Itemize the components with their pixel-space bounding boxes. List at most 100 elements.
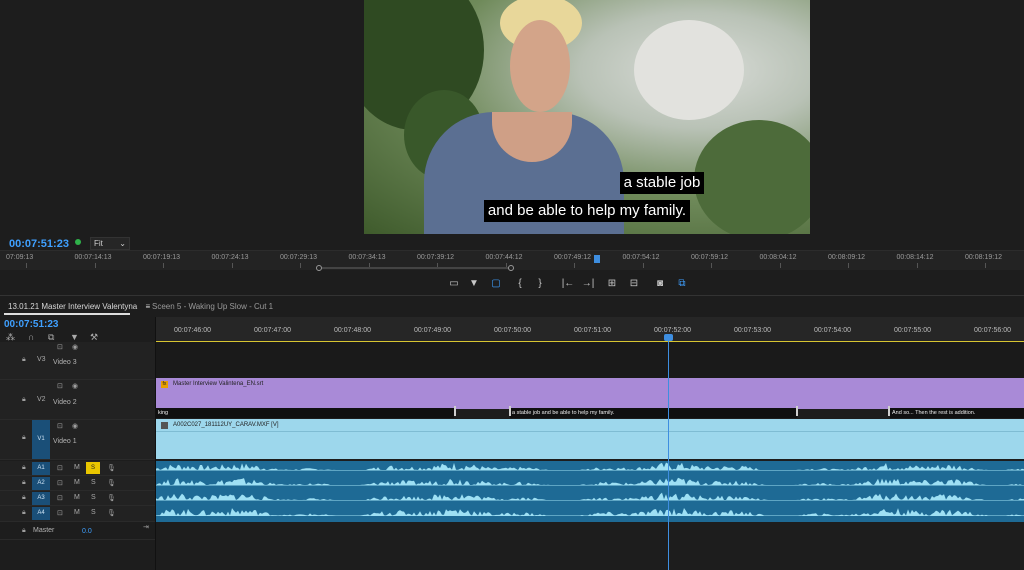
lane-master[interactable] — [156, 522, 1024, 570]
caption-block[interactable]: king — [156, 408, 454, 418]
ruler-tick — [985, 263, 986, 268]
source-patch-a4[interactable]: A4 — [32, 507, 50, 520]
caption-block[interactable]: a stable job and be able to help my fami… — [510, 408, 797, 418]
safe-margins-icon[interactable]: ▭ — [446, 277, 462, 291]
eye-icon[interactable]: ◉ — [72, 343, 78, 351]
caption-edge-handle[interactable] — [888, 406, 890, 416]
solo-button[interactable]: S — [86, 462, 100, 474]
audio-waveform — [156, 508, 1024, 516]
waveform-shape — [156, 462, 1024, 471]
caption-edge-handle[interactable] — [796, 406, 798, 416]
source-patch-v1[interactable]: V1 — [32, 420, 50, 459]
video-clip[interactable]: A002C027_181112UY_CARAV.MXF [V] — [156, 419, 1024, 459]
sequence-time-ruler[interactable]: 00:07:46:00 00:07:47:00 00:07:48:00 00:07:4… — [156, 317, 1024, 343]
add-marker-icon[interactable]: ▼ — [466, 277, 482, 291]
ruler-tick-label: 00:08:09:12 — [828, 254, 865, 261]
lane-v3[interactable] — [156, 342, 1024, 379]
master-volume-value[interactable]: 0.0 — [82, 528, 92, 535]
sync-lock-icon[interactable]: ⊡ — [57, 509, 63, 517]
sync-lock-icon[interactable]: ⊡ — [57, 464, 63, 472]
source-patch-a2[interactable]: A2 — [32, 477, 50, 490]
audio-clip-a4[interactable] — [156, 506, 1024, 522]
program-timecode[interactable]: 00:07:51:23 — [9, 238, 69, 250]
waveform-shape — [156, 508, 1024, 516]
ruler-tick-label: 00:07:14:13 — [74, 254, 112, 261]
track-header-a2: 🔒︎ A2 ⊡ M S 🎙︎ — [0, 476, 155, 491]
panel-menu-icon[interactable]: ≡ — [146, 302, 151, 311]
mark-in-icon[interactable]: { — [512, 277, 528, 291]
track-header-a3: 🔒︎ A3 ⊡ M S 🎙︎ — [0, 491, 155, 506]
solo-button[interactable]: S — [91, 479, 96, 486]
lock-icon[interactable]: 🔒︎ — [22, 479, 26, 487]
source-patch-a3[interactable]: A3 — [32, 492, 50, 505]
eye-icon[interactable]: ◉ — [72, 422, 78, 430]
go-to-in-icon[interactable]: |← — [560, 277, 576, 291]
lock-icon[interactable]: 🔒︎ — [22, 509, 26, 517]
ruler-tick-label: 00:07:44:12 — [485, 254, 523, 261]
clip-badge-icon — [161, 422, 168, 429]
clip-name: Master Interview Valintena_EN.srt — [173, 381, 264, 387]
sync-lock-icon[interactable]: ⊡ — [57, 479, 63, 487]
insert-icon[interactable]: ⊞ — [604, 277, 620, 291]
ruler-tick-label: 00:07:48:00 — [334, 327, 371, 334]
comment-icon[interactable]: ▢ — [488, 277, 504, 291]
microphone-icon[interactable]: 🎙︎ — [107, 509, 116, 517]
lock-icon[interactable]: 🔒︎ — [22, 396, 26, 404]
tab-sequence[interactable]: 13.01.21 Master Interview Valentyna ≡ — [8, 302, 150, 311]
sync-lock-icon[interactable]: ⊡ — [57, 494, 63, 502]
track-header-v2: 🔒︎ V2 ⊡ ◉ Video 2 — [0, 380, 155, 420]
go-to-out-icon[interactable]: →| — [580, 277, 596, 291]
ruler-tick-label: 00:07:53:00 — [734, 327, 771, 334]
lock-icon[interactable]: 🔒︎ — [22, 494, 26, 502]
solo-button[interactable]: S — [91, 509, 96, 516]
tab-scene[interactable]: Sceen 5 - Waking Up Slow - Cut 1 — [152, 302, 273, 311]
compare-icon[interactable]: ⧉ — [674, 277, 690, 291]
caption-block[interactable]: And so... Then the rest is addition. — [890, 408, 1024, 418]
overwrite-icon[interactable]: ⊟ — [626, 277, 642, 291]
lock-icon[interactable]: 🔒︎ — [22, 527, 26, 535]
ruler-tick — [231, 263, 233, 268]
timeline-playhead[interactable] — [668, 340, 669, 570]
zoom-scroll-bar[interactable] — [322, 267, 508, 269]
add-marker-icon[interactable]: ▼ — [70, 332, 79, 342]
export-frame-icon[interactable]: ◙ — [652, 277, 668, 291]
ruler-tick-label: 00:08:14:12 — [896, 254, 934, 261]
caption-edge-handle[interactable] — [454, 406, 456, 416]
audio-waveform — [156, 477, 1024, 486]
audio-clip-a1[interactable] — [156, 461, 1024, 476]
source-patch-a1[interactable]: A1 — [32, 462, 50, 475]
sequence-timecode[interactable]: 00:07:51:23 — [4, 319, 58, 330]
solo-button[interactable]: S — [91, 494, 96, 501]
microphone-icon[interactable]: 🎙︎ — [107, 464, 116, 472]
sync-lock-icon[interactable]: ⊡ — [57, 422, 63, 430]
lock-icon[interactable]: 🔒︎ — [22, 464, 26, 472]
mute-button[interactable]: M — [74, 494, 80, 501]
lock-icon[interactable]: 🔒︎ — [22, 434, 26, 442]
microphone-icon[interactable]: 🎙︎ — [107, 494, 116, 502]
mark-out-icon[interactable]: } — [532, 277, 548, 291]
go-to-end-icon[interactable]: ⇥ — [143, 523, 149, 531]
audio-clip-a3[interactable] — [156, 491, 1024, 506]
monitor-playhead[interactable] — [594, 255, 600, 263]
eye-icon[interactable]: ◉ — [72, 382, 78, 390]
track-name: Video 3 — [53, 359, 77, 366]
waveform-shape — [156, 492, 1024, 501]
waveform-shape — [156, 477, 1024, 486]
mute-button[interactable]: M — [74, 464, 80, 471]
mute-button[interactable]: M — [74, 479, 80, 486]
zoom-level-select[interactable]: Fit ⌄ — [90, 237, 130, 250]
lock-icon[interactable]: 🔒︎ — [22, 356, 26, 364]
track-header-v1: 🔒︎ V1 ⊡ ◉ Video 1 — [0, 420, 155, 460]
audio-clip-a2[interactable] — [156, 476, 1024, 491]
ruler-tick-label: 00:07:47:00 — [254, 327, 291, 334]
track-name: Video 2 — [53, 399, 77, 406]
ruler-tick-label: 00:07:34:13 — [348, 254, 386, 261]
subtitle-clip[interactable]: fx Master Interview Valintena_EN.srt — [156, 378, 1024, 409]
caption-edge-handle[interactable] — [509, 406, 511, 416]
sync-lock-icon[interactable]: ⊡ — [57, 382, 63, 390]
zoom-handle-right[interactable] — [508, 265, 514, 271]
magnet-icon[interactable]: ∩ — [28, 332, 34, 342]
sync-lock-icon[interactable]: ⊡ — [57, 343, 63, 351]
mute-button[interactable]: M — [74, 509, 80, 516]
microphone-icon[interactable]: 🎙︎ — [107, 479, 116, 487]
